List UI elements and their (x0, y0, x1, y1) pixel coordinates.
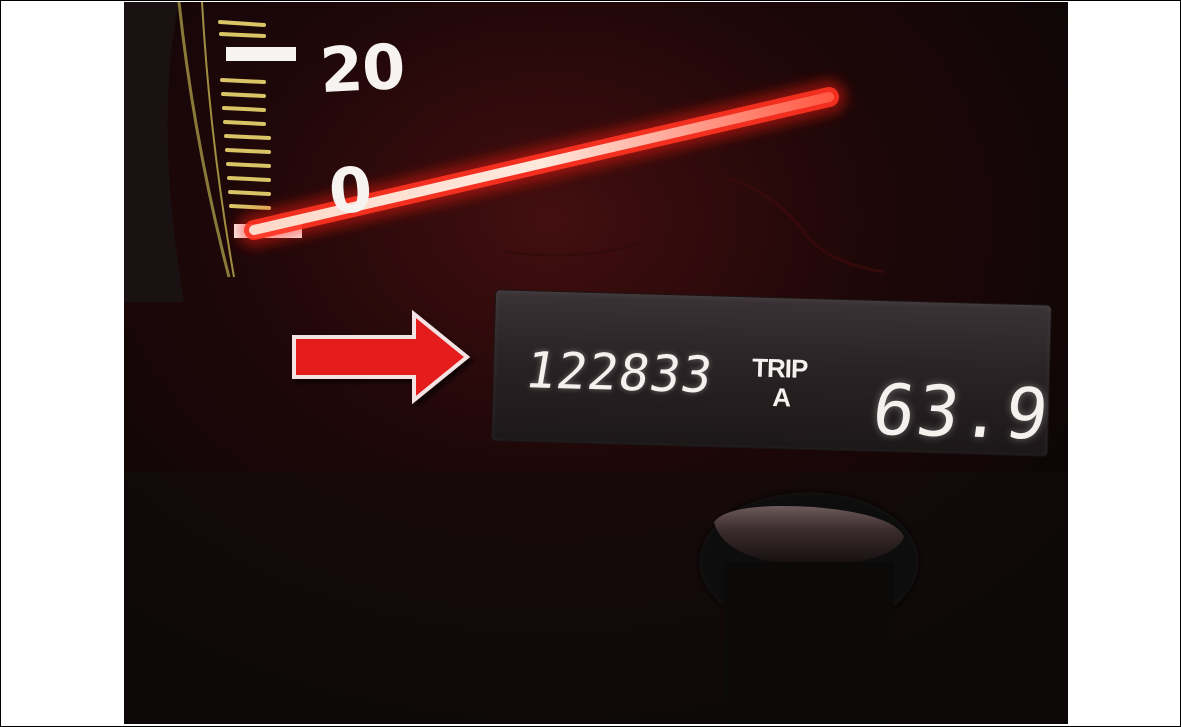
trip-letter: A (771, 382, 792, 413)
odometer-reading: 122833 (521, 341, 718, 405)
speed-label-0: 0 (326, 152, 375, 229)
image-frame: 20 0 122833 TRIP A 63.9 (0, 0, 1181, 727)
odometer-display: 122833 TRIP A 63.9 (492, 290, 1055, 456)
major-tick-20 (226, 47, 296, 61)
dashboard-photo: 20 0 122833 TRIP A 63.9 (124, 2, 1068, 724)
red-arrow-icon (292, 309, 471, 405)
trip-label: TRIP (751, 352, 808, 384)
speed-label-20: 20 (318, 29, 407, 108)
trip-reading: 63.9 (867, 368, 1055, 456)
